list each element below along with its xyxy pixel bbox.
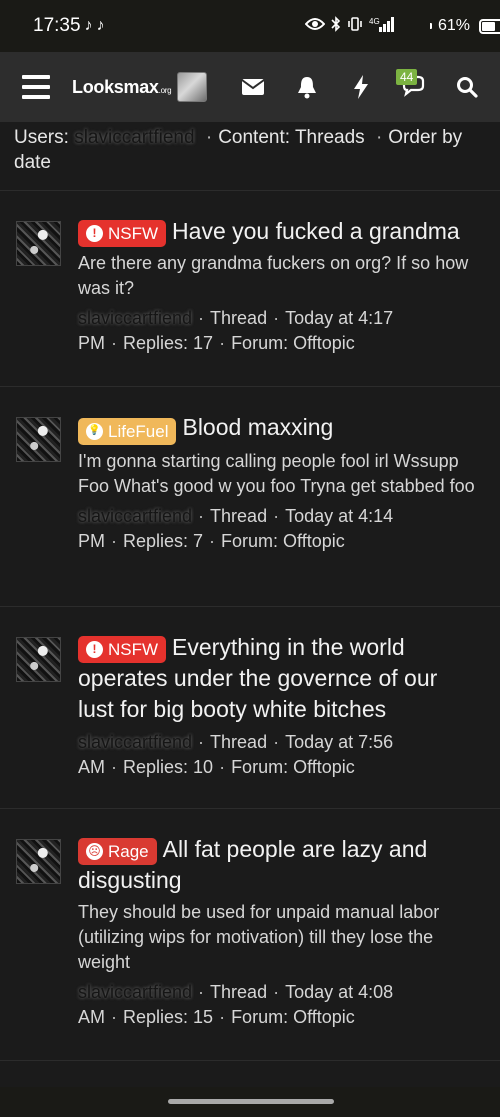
avatar[interactable] — [16, 221, 61, 266]
signal-icon: 4G — [369, 16, 395, 37]
bell-icon[interactable] — [289, 69, 325, 105]
battery-icon — [401, 18, 500, 34]
frown-icon: ☹ — [86, 842, 103, 860]
prefix-label: Rage — [108, 841, 149, 861]
logo-suffix: .org — [158, 85, 172, 95]
thread-snippet: They should be used for unpaid manual la… — [78, 902, 440, 972]
user-avatar[interactable] — [177, 72, 208, 102]
prefix-label: NSFW — [108, 223, 159, 243]
vibrate-icon — [347, 16, 363, 37]
gesture-nav-bar — [0, 1087, 500, 1117]
site-logo[interactable]: Looksmax.org — [72, 76, 172, 98]
forum-link[interactable]: Forum: Offtopic — [231, 1007, 355, 1027]
exclamation-icon: ! — [86, 640, 103, 658]
list-divider — [0, 1060, 500, 1087]
author[interactable]: slaviccartfiend — [78, 732, 192, 752]
avatar[interactable] — [16, 637, 61, 682]
reply-count: Replies: 17 — [123, 333, 214, 353]
content-type: Thread — [210, 308, 268, 328]
list-item[interactable]: ☹ Rage All fat people are lazy and disgust… — [0, 808, 500, 1060]
tiktok-icon: ♪ — [96, 17, 105, 34]
prefix-badge: 💡 LifeFuel — [78, 417, 177, 445]
filter-user[interactable]: slaviccartfiend — [74, 127, 194, 148]
home-indicator[interactable] — [168, 1099, 334, 1104]
prefix-badge: ! NSFW — [78, 635, 167, 663]
content-type: Thread — [210, 982, 268, 1002]
alerts-count-badge: 44 — [396, 69, 418, 85]
reply-count: Replies: 15 — [123, 1007, 214, 1027]
lightning-icon[interactable] — [343, 69, 379, 105]
title-text: Have you fucked a grandma — [172, 218, 460, 244]
svg-text:4G: 4G — [369, 17, 380, 26]
list-item[interactable]: ! NSFW Have you fucked a grandma Are there… — [0, 190, 500, 386]
forum-link[interactable]: Forum: Offtopic — [231, 757, 355, 777]
avatar[interactable] — [16, 839, 61, 884]
thread-title[interactable]: 💡 LifeFuel Blood maxxing — [78, 412, 478, 445]
filter-content: Content: Threads — [218, 127, 365, 148]
exclamation-icon: ! — [86, 224, 103, 242]
bluetooth-icon — [331, 15, 341, 37]
author[interactable]: slaviccartfiend — [78, 982, 192, 1002]
reply-count: Replies: 10 — [123, 757, 214, 777]
eye-icon — [304, 17, 326, 36]
thread-meta: slaviccartfiend · Thread · Today at 7:56 AM ·… — [78, 732, 394, 777]
lightbulb-icon: 💡 — [86, 422, 103, 440]
search-icon[interactable] — [449, 69, 485, 105]
thread-snippet: Are there any grandma fuckers on org? If… — [78, 253, 469, 298]
prefix-badge: ☹ Rage — [78, 837, 157, 865]
status-bar: 17:35 ♪ ♪ 4G 61% — [0, 0, 500, 52]
avatar[interactable] — [16, 417, 61, 462]
thread-meta: slaviccartfiend · Thread · Today at 4:17 PM ·… — [78, 308, 394, 353]
users-label: Users: — [14, 127, 69, 148]
tiktok-icon: ♪ — [84, 17, 93, 34]
battery-percent: 61% — [437, 17, 470, 34]
thread-title[interactable]: ! NSFW Have you fucked a grandma — [78, 216, 478, 247]
content-type: Thread — [210, 732, 268, 752]
author[interactable]: slaviccartfiend — [78, 308, 192, 328]
search-filter-summary: Users: slaviccartfiend · Content: Threads… — [14, 127, 463, 173]
thread-meta: slaviccartfiend · Thread · Today at 4:14 PM ·… — [78, 505, 394, 551]
forum-link[interactable]: Forum: Offtopic — [221, 531, 345, 551]
thread-title[interactable]: ☹ Rage All fat people are lazy and disgust… — [78, 834, 478, 896]
thread-title[interactable]: ! NSFW Everything in the world operates un… — [78, 632, 478, 725]
thread-meta: slaviccartfiend · Thread · Today at 4:08 AM ·… — [78, 982, 394, 1027]
menu-icon[interactable] — [22, 75, 50, 99]
content-type: Thread — [210, 505, 268, 526]
prefix-label: NSFW — [108, 639, 159, 659]
logo-text: Looksmax — [72, 76, 159, 97]
reply-count: Replies: 7 — [123, 530, 204, 551]
forum-link[interactable]: Forum: Offtopic — [231, 333, 355, 353]
envelope-icon[interactable] — [235, 69, 271, 105]
status-time: 17:35 — [33, 15, 81, 36]
thread-snippet: I'm gonna starting calling people fool i… — [78, 450, 475, 496]
title-text: Blood maxxing — [182, 414, 334, 440]
prefix-label: LifeFuel — [108, 421, 169, 441]
author[interactable]: slaviccartfiend — [78, 506, 192, 526]
prefix-badge: ! NSFW — [78, 219, 167, 247]
list-item[interactable]: 💡 LifeFuel Blood maxxing I'm gonna startin… — [0, 386, 500, 606]
list-item[interactable]: ! NSFW Everything in the world operates un… — [0, 606, 500, 808]
